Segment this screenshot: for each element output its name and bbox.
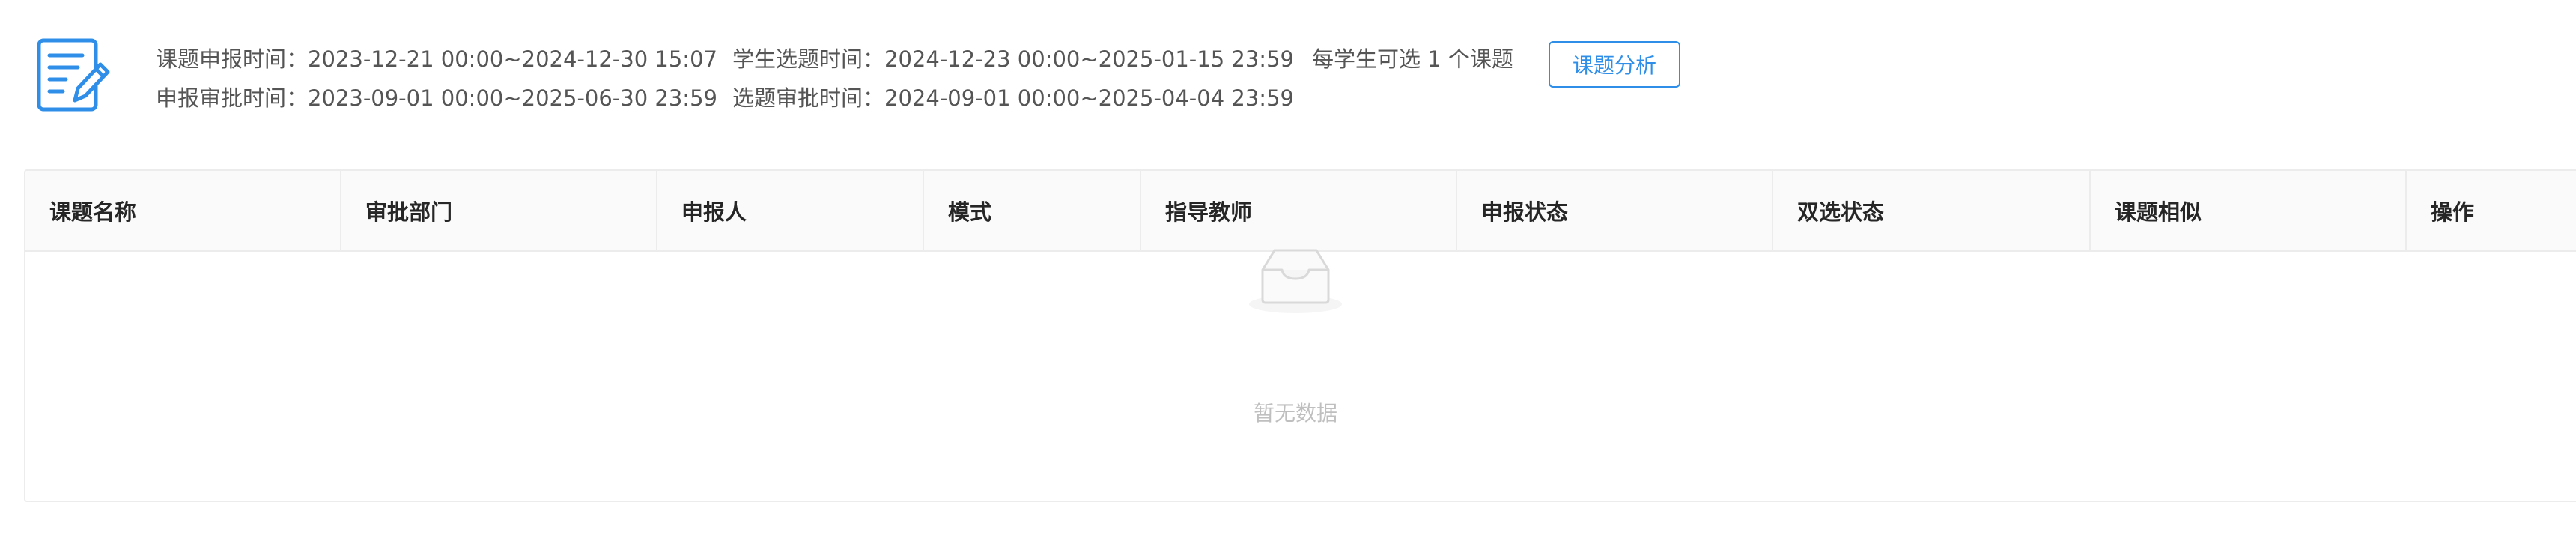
declare-time-value: 2023-12-21 00:00~2024-12-30 15:07 (308, 46, 717, 72)
select-approve-label: 选题审批时间： (732, 85, 885, 111)
select-approve-row: 选题审批时间：2024-09-01 00:00~2025-04-04 23:59 (732, 84, 1294, 112)
column-header-mutual-status[interactable]: 双选状态 (1773, 171, 2091, 250)
column-header-approval-dept[interactable]: 审批部门 (341, 171, 657, 250)
declare-approve-value: 2023-09-01 00:00~2025-06-30 23:59 (308, 85, 717, 111)
selection-limit-text: 每学生可选 1 个课题 (1312, 46, 1513, 72)
column-header-mode[interactable]: 模式 (924, 171, 1141, 250)
select-approve-value: 2024-09-01 00:00~2025-04-04 23:59 (884, 85, 1294, 111)
declare-time-label: 课题申报时间： (156, 46, 309, 72)
select-time-label: 学生选题时间： (732, 46, 885, 72)
column-header-topic-name[interactable]: 课题名称 (25, 171, 341, 250)
column-header-actions[interactable]: 操作 (2407, 171, 2576, 250)
topic-analysis-button[interactable]: 课题分析 (1549, 41, 1680, 88)
select-time-value: 2024-12-23 00:00~2025-01-15 23:59 (884, 46, 1294, 72)
empty-text: 暂无数据 (1253, 401, 1337, 426)
page-header: 课题申报时间：2023-12-21 00:00~2024-12-30 15:07… (0, 0, 2576, 150)
empty-inbox-icon (1249, 249, 1342, 313)
select-time-row: 学生选题时间：2024-12-23 00:00~2025-01-15 23:59 (732, 45, 1294, 73)
declare-approve-label: 申报审批时间： (156, 85, 309, 111)
column-header-declare-status[interactable]: 申报状态 (1457, 171, 1773, 250)
document-edit-icon (37, 38, 110, 112)
column-header-applicant[interactable]: 申报人 (657, 171, 924, 250)
topic-table: 课题名称 审批部门 申报人 模式 指导教师 申报状态 双选状态 课题相似 操作 (24, 169, 2576, 502)
column-header-advisor[interactable]: 指导教师 (1141, 171, 1457, 250)
declare-approve-row: 申报审批时间：2023-09-01 00:00~2025-06-30 23:59 (156, 84, 717, 112)
column-header-similarity[interactable]: 课题相似 (2091, 171, 2407, 250)
declare-time-row: 课题申报时间：2023-12-21 00:00~2024-12-30 15:07 (156, 45, 717, 73)
